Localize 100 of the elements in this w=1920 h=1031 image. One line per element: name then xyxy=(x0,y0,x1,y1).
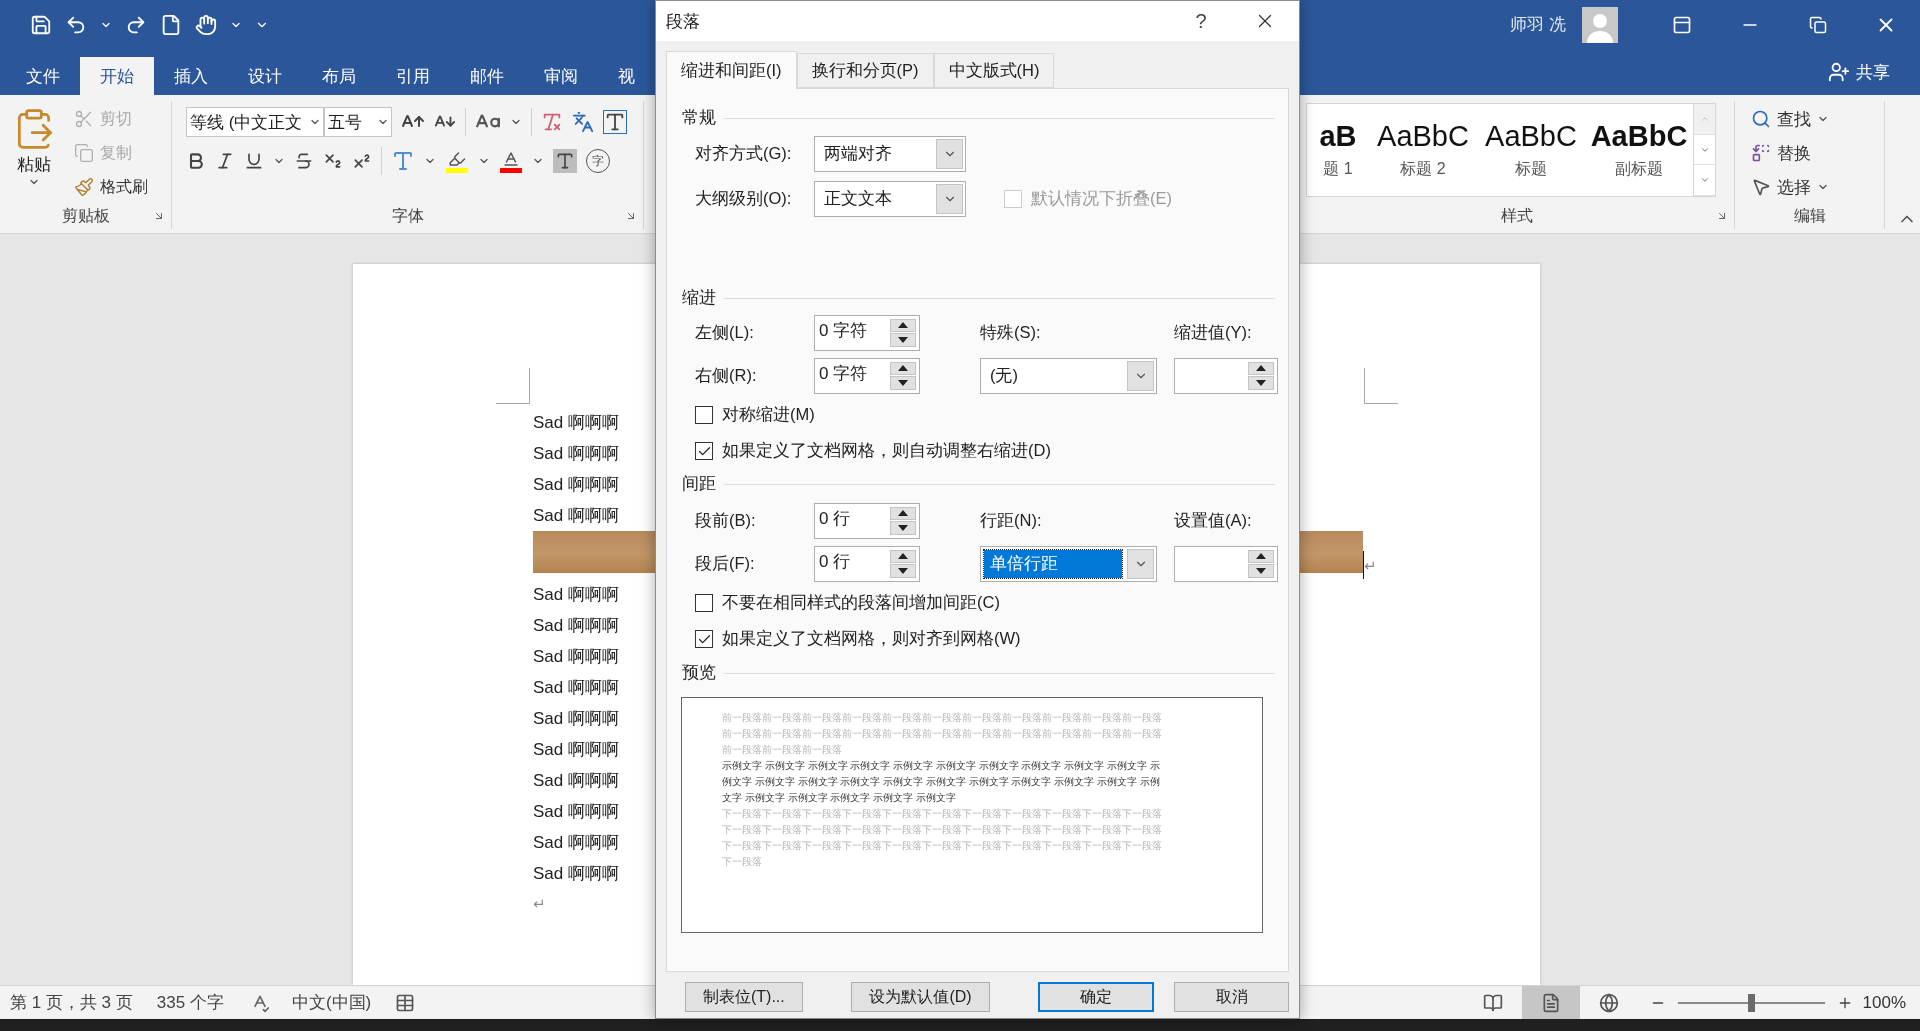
style-name[interactable]: 标题 xyxy=(1515,159,1547,180)
spin-down-button[interactable] xyxy=(1248,376,1274,390)
ribbon-command[interactable]: 查找 xyxy=(1777,107,1811,131)
superscript-icon[interactable] xyxy=(352,151,372,171)
style-preview[interactable]: AaBbC xyxy=(1377,120,1469,153)
search-icon[interactable] xyxy=(1751,109,1771,129)
up-arrow-icon[interactable] xyxy=(898,553,908,560)
share-icon[interactable] xyxy=(1828,61,1850,83)
dropdown[interactable]: 单倍行距 xyxy=(980,545,1157,582)
dialog-launcher-icon[interactable] xyxy=(1716,210,1728,222)
spin-down-button[interactable] xyxy=(890,376,916,390)
dialog-tab[interactable]: 缩进和间距(I) xyxy=(666,51,797,89)
dialog-button[interactable]: 设为默认值(D) xyxy=(850,982,991,1012)
style-name[interactable]: 标题 2 xyxy=(1400,159,1446,180)
font-size-dropdown[interactable]: 五号 xyxy=(324,107,392,137)
spin-box[interactable]: 0 字符 xyxy=(814,314,920,351)
subscript-icon[interactable] xyxy=(323,151,343,171)
dialog-tab[interactable]: 换行和分页(P) xyxy=(796,53,934,88)
ribbon-tab[interactable]: 文件 xyxy=(6,57,80,95)
save-icon[interactable] xyxy=(30,13,52,36)
ribbon-tab[interactable]: 设计 xyxy=(228,57,302,95)
new-document-icon[interactable] xyxy=(160,13,182,36)
up-arrow-icon[interactable] xyxy=(1256,365,1266,372)
dialog-button[interactable]: 确定 xyxy=(1038,982,1155,1012)
dropdown[interactable]: 正文文本 xyxy=(814,180,966,217)
spin-up-button[interactable] xyxy=(890,318,916,332)
checkbox[interactable] xyxy=(695,406,713,424)
ribbon-tab[interactable]: 引用 xyxy=(376,57,450,95)
dialog-launcher-icon[interactable] xyxy=(625,210,637,222)
spin-box[interactable]: 0 字符 xyxy=(814,357,920,394)
slider-thumb[interactable] xyxy=(1748,993,1755,1012)
up-arrow-icon[interactable] xyxy=(898,365,908,372)
checkbox[interactable] xyxy=(695,594,713,612)
language-status[interactable]: 中文(中国) xyxy=(291,991,372,1014)
replace-icon[interactable] xyxy=(1751,143,1771,163)
down-arrow-icon[interactable] xyxy=(898,524,908,531)
text-effects-icon[interactable] xyxy=(391,149,415,173)
up-arrow-icon[interactable] xyxy=(898,510,908,517)
spin-up-button[interactable] xyxy=(890,506,916,520)
help-button[interactable]: ? xyxy=(1171,1,1231,41)
character-border-icon[interactable] xyxy=(603,110,627,134)
dialog-button[interactable]: 制表位(T)... xyxy=(685,982,803,1012)
spin-down-button[interactable] xyxy=(890,521,916,535)
underline-icon[interactable] xyxy=(244,151,264,171)
dropdown[interactable]: 两端对齐 xyxy=(814,135,966,172)
style-preview[interactable]: AaBbC xyxy=(1485,120,1577,153)
down-arrow-icon[interactable] xyxy=(898,567,908,574)
style-name[interactable]: 题 1 xyxy=(1323,159,1353,180)
up-arrow-icon[interactable] xyxy=(1256,553,1266,560)
ribbon-tab[interactable]: 审阅 xyxy=(524,57,598,95)
macro-icon[interactable] xyxy=(395,992,416,1013)
ribbon-command[interactable]: 格式刷 xyxy=(100,176,148,198)
avatar-icon[interactable] xyxy=(1582,6,1618,43)
touch-mode-icon[interactable] xyxy=(195,13,217,36)
spin-down-button[interactable] xyxy=(890,564,916,578)
web-layout-icon[interactable] xyxy=(1598,992,1619,1013)
spin-down-button[interactable] xyxy=(890,333,916,347)
dropdown[interactable]: (无) xyxy=(980,357,1157,394)
spin-up-button[interactable] xyxy=(1248,361,1274,375)
font-color-icon[interactable] xyxy=(499,149,523,173)
font-name-dropdown[interactable]: 等线 (中文正文 xyxy=(186,107,324,137)
down-arrow-icon[interactable] xyxy=(898,379,908,386)
style-preview[interactable]: AaBbC xyxy=(1590,120,1688,153)
spin-up-button[interactable] xyxy=(1248,549,1274,563)
paintbrush-icon[interactable] xyxy=(74,177,94,197)
spin-down-button[interactable] xyxy=(1248,564,1274,578)
strikethrough-icon[interactable] xyxy=(294,151,314,171)
highlight-color-icon[interactable] xyxy=(445,149,469,173)
italic-icon[interactable] xyxy=(215,151,235,171)
character-shading-icon[interactable] xyxy=(553,149,577,173)
clear-formatting-icon[interactable] xyxy=(541,111,563,133)
up-arrow-icon[interactable] xyxy=(898,322,908,329)
ribbon-tab[interactable]: 邮件 xyxy=(450,57,524,95)
down-arrow-icon[interactable] xyxy=(1256,379,1266,386)
checkbox[interactable] xyxy=(695,630,713,648)
ribbon-tab[interactable]: 开始 xyxy=(80,57,154,95)
spin-up-button[interactable] xyxy=(890,361,916,375)
style-name[interactable]: 副标题 xyxy=(1615,159,1663,180)
checkbox[interactable] xyxy=(695,442,713,460)
pointer-icon[interactable] xyxy=(1751,177,1771,197)
style-preview[interactable]: aB xyxy=(1319,120,1357,153)
ribbon-tab[interactable]: 布局 xyxy=(302,57,376,95)
phonetic-guide-icon[interactable] xyxy=(572,111,594,133)
ribbon-tab[interactable]: 视 xyxy=(598,57,655,95)
ribbon-tab[interactable]: 插入 xyxy=(154,57,228,95)
spin-box[interactable]: 0 行 xyxy=(814,502,920,539)
ribbon-command[interactable]: 选择 xyxy=(1777,175,1811,199)
dialog-button[interactable]: 取消 xyxy=(1174,982,1289,1012)
spin-box[interactable]: 0 行 xyxy=(814,545,920,582)
spin-up-button[interactable] xyxy=(890,549,916,563)
share-link[interactable]: 共享 xyxy=(1856,60,1890,84)
ribbon-command[interactable]: 替换 xyxy=(1777,141,1811,165)
paste-button[interactable]: 粘贴 xyxy=(17,153,51,176)
down-arrow-icon[interactable] xyxy=(1256,567,1266,574)
restore-icon[interactable] xyxy=(1809,15,1827,34)
dialog-tab[interactable]: 中文版式(H) xyxy=(933,53,1055,88)
down-arrow-icon[interactable] xyxy=(898,336,908,343)
read-mode-icon[interactable] xyxy=(1482,992,1503,1013)
dialog-launcher-icon[interactable] xyxy=(153,210,165,222)
ribbon-display-icon[interactable] xyxy=(1672,14,1692,35)
